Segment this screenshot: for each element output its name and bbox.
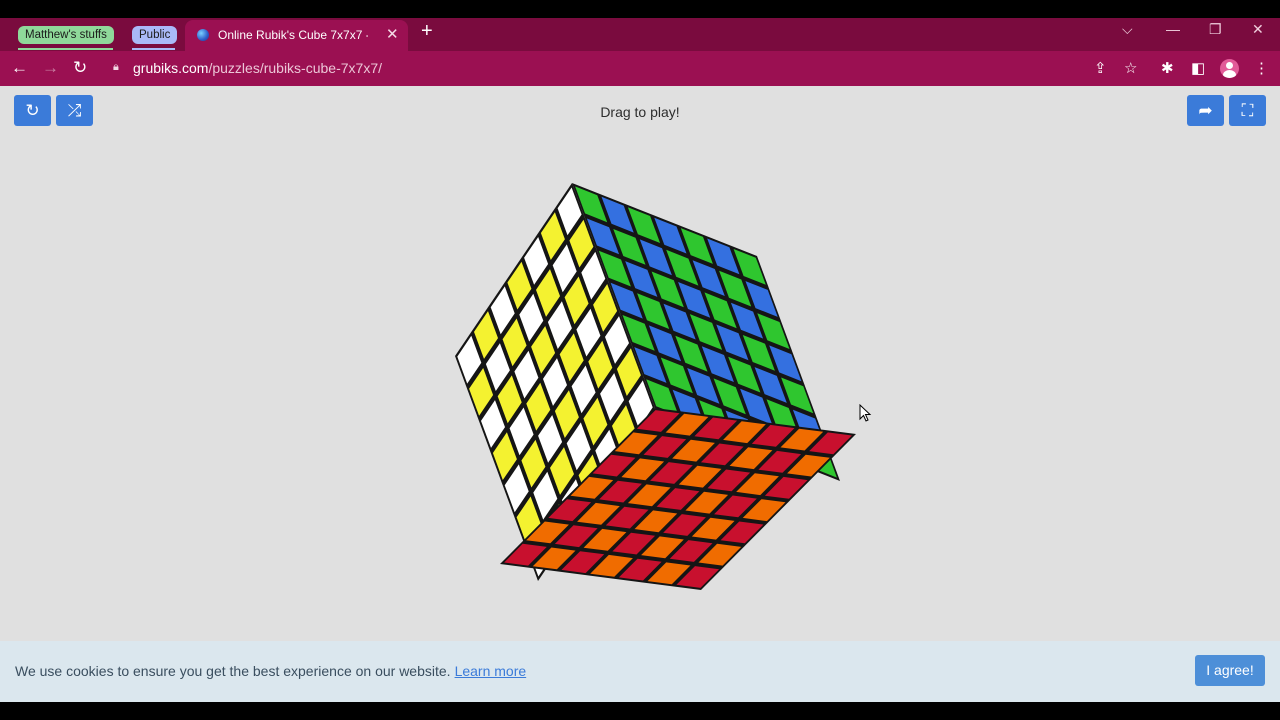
url-path: /puzzles/rubiks-cube-7x7x7/ (208, 60, 382, 76)
url-field[interactable]: grubiks.com/puzzles/rubiks-cube-7x7x7/ (133, 60, 382, 76)
tab-title: Online Rubik's Cube 7x7x7 - Grubiks (218, 28, 368, 42)
cursor-icon (859, 404, 872, 422)
bottom-frame (0, 702, 1280, 720)
star-icon[interactable]: ☆ (1124, 59, 1137, 77)
address-bar-row: ← → ↻ 🔒︎ grubiks.com/puzzles/rubiks-cube… (0, 51, 1280, 86)
rubiks-cube-7x7x7[interactable] (455, 183, 856, 590)
lock-icon[interactable]: 🔒︎ (113, 61, 119, 74)
cookie-message: We use cookies to ensure you get the bes… (15, 663, 526, 679)
share-icon[interactable]: ⇪ (1094, 59, 1107, 77)
url-host: grubiks.com (133, 60, 209, 76)
tab-group-underline (132, 48, 175, 50)
tab-group-chip-matthews-stuffs[interactable]: Matthew's stuffs (18, 26, 114, 44)
active-tab[interactable]: Online Rubik's Cube 7x7x7 - Grubiks ✕ (185, 20, 408, 51)
tab-strip: Matthew's stuffs Public Online Rubik's C… (0, 18, 1280, 51)
extensions-icon[interactable]: ✱ (1161, 59, 1174, 77)
back-arrow-icon[interactable]: ← (11, 58, 28, 78)
tab-close-icon[interactable]: ✕ (386, 25, 399, 43)
rubiks-cube-canvas[interactable] (0, 86, 1280, 702)
page-content: ↻ ⤮ Drag to play! ➦ ⛶ We use cookies to … (0, 86, 1280, 702)
profile-icon[interactable] (1220, 59, 1239, 78)
top-frame (0, 0, 1280, 18)
reload-icon[interactable]: ↻ (73, 58, 87, 78)
tab-group-chip-public[interactable]: Public (132, 26, 178, 44)
side-panel-icon[interactable]: ◧ (1191, 59, 1205, 77)
cookie-banner: We use cookies to ensure you get the bes… (0, 641, 1280, 702)
tab-search-chevron-icon[interactable]: ⌵ (1122, 21, 1133, 38)
cookie-text: We use cookies to ensure you get the bes… (15, 663, 451, 679)
agree-button[interactable]: I agree! (1195, 655, 1265, 686)
minimize-icon[interactable]: — (1166, 21, 1180, 37)
window-close-icon[interactable]: ✕ (1252, 21, 1264, 38)
forward-arrow-icon[interactable]: → (42, 58, 59, 78)
kebab-menu-icon[interactable]: ⋮ (1254, 59, 1269, 77)
learn-more-link[interactable]: Learn more (455, 663, 527, 679)
new-tab-plus-icon[interactable]: + (421, 20, 433, 43)
restore-icon[interactable]: ❐ (1209, 21, 1222, 38)
globe-favicon-icon (197, 29, 209, 41)
tab-group-underline (18, 48, 113, 50)
